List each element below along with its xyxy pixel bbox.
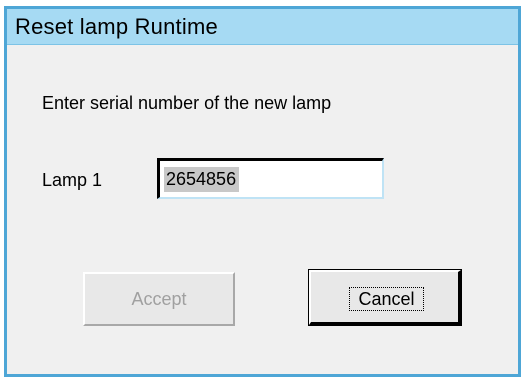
dialog-titlebar: Reset lamp Runtime (7, 9, 518, 45)
accept-button[interactable]: Accept (83, 272, 235, 326)
cancel-button-label: Cancel (358, 289, 415, 309)
reset-lamp-dialog: Reset lamp Runtime Enter serial number o… (4, 6, 521, 377)
serial-number-input[interactable]: 2654856 (157, 158, 384, 199)
lamp-label: Lamp 1 (42, 170, 103, 190)
serial-number-value: 2654856 (164, 167, 240, 192)
dialog-title: Reset lamp Runtime (15, 14, 218, 39)
accept-button-label: Accept (131, 289, 187, 309)
cancel-focus-indicator: Cancel (349, 287, 424, 311)
cancel-button[interactable]: Cancel (308, 269, 462, 326)
serial-prompt: Enter serial number of the new lamp (42, 93, 332, 113)
